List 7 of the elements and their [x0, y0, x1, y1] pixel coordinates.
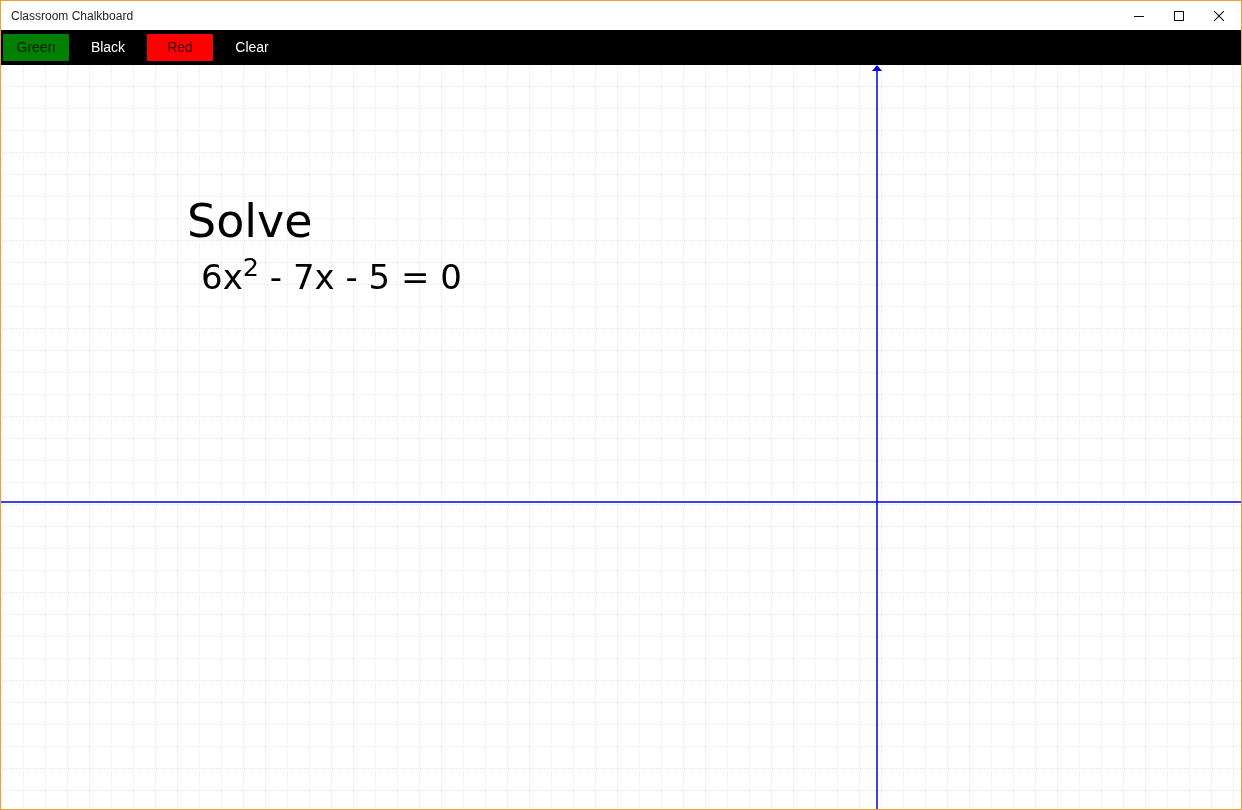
window-title: Classroom Chalkboard [11, 7, 134, 25]
close-icon [1214, 10, 1224, 21]
toolbar-button[interactable]: Clear [219, 34, 285, 61]
handwritten-text: 6x$^{2}$ - 7x - 5 = 0 [200, 255, 462, 299]
handwritten-text: Solve [187, 193, 314, 249]
toolbar-button[interactable]: Red [147, 34, 213, 61]
maximize-icon [1174, 10, 1184, 21]
